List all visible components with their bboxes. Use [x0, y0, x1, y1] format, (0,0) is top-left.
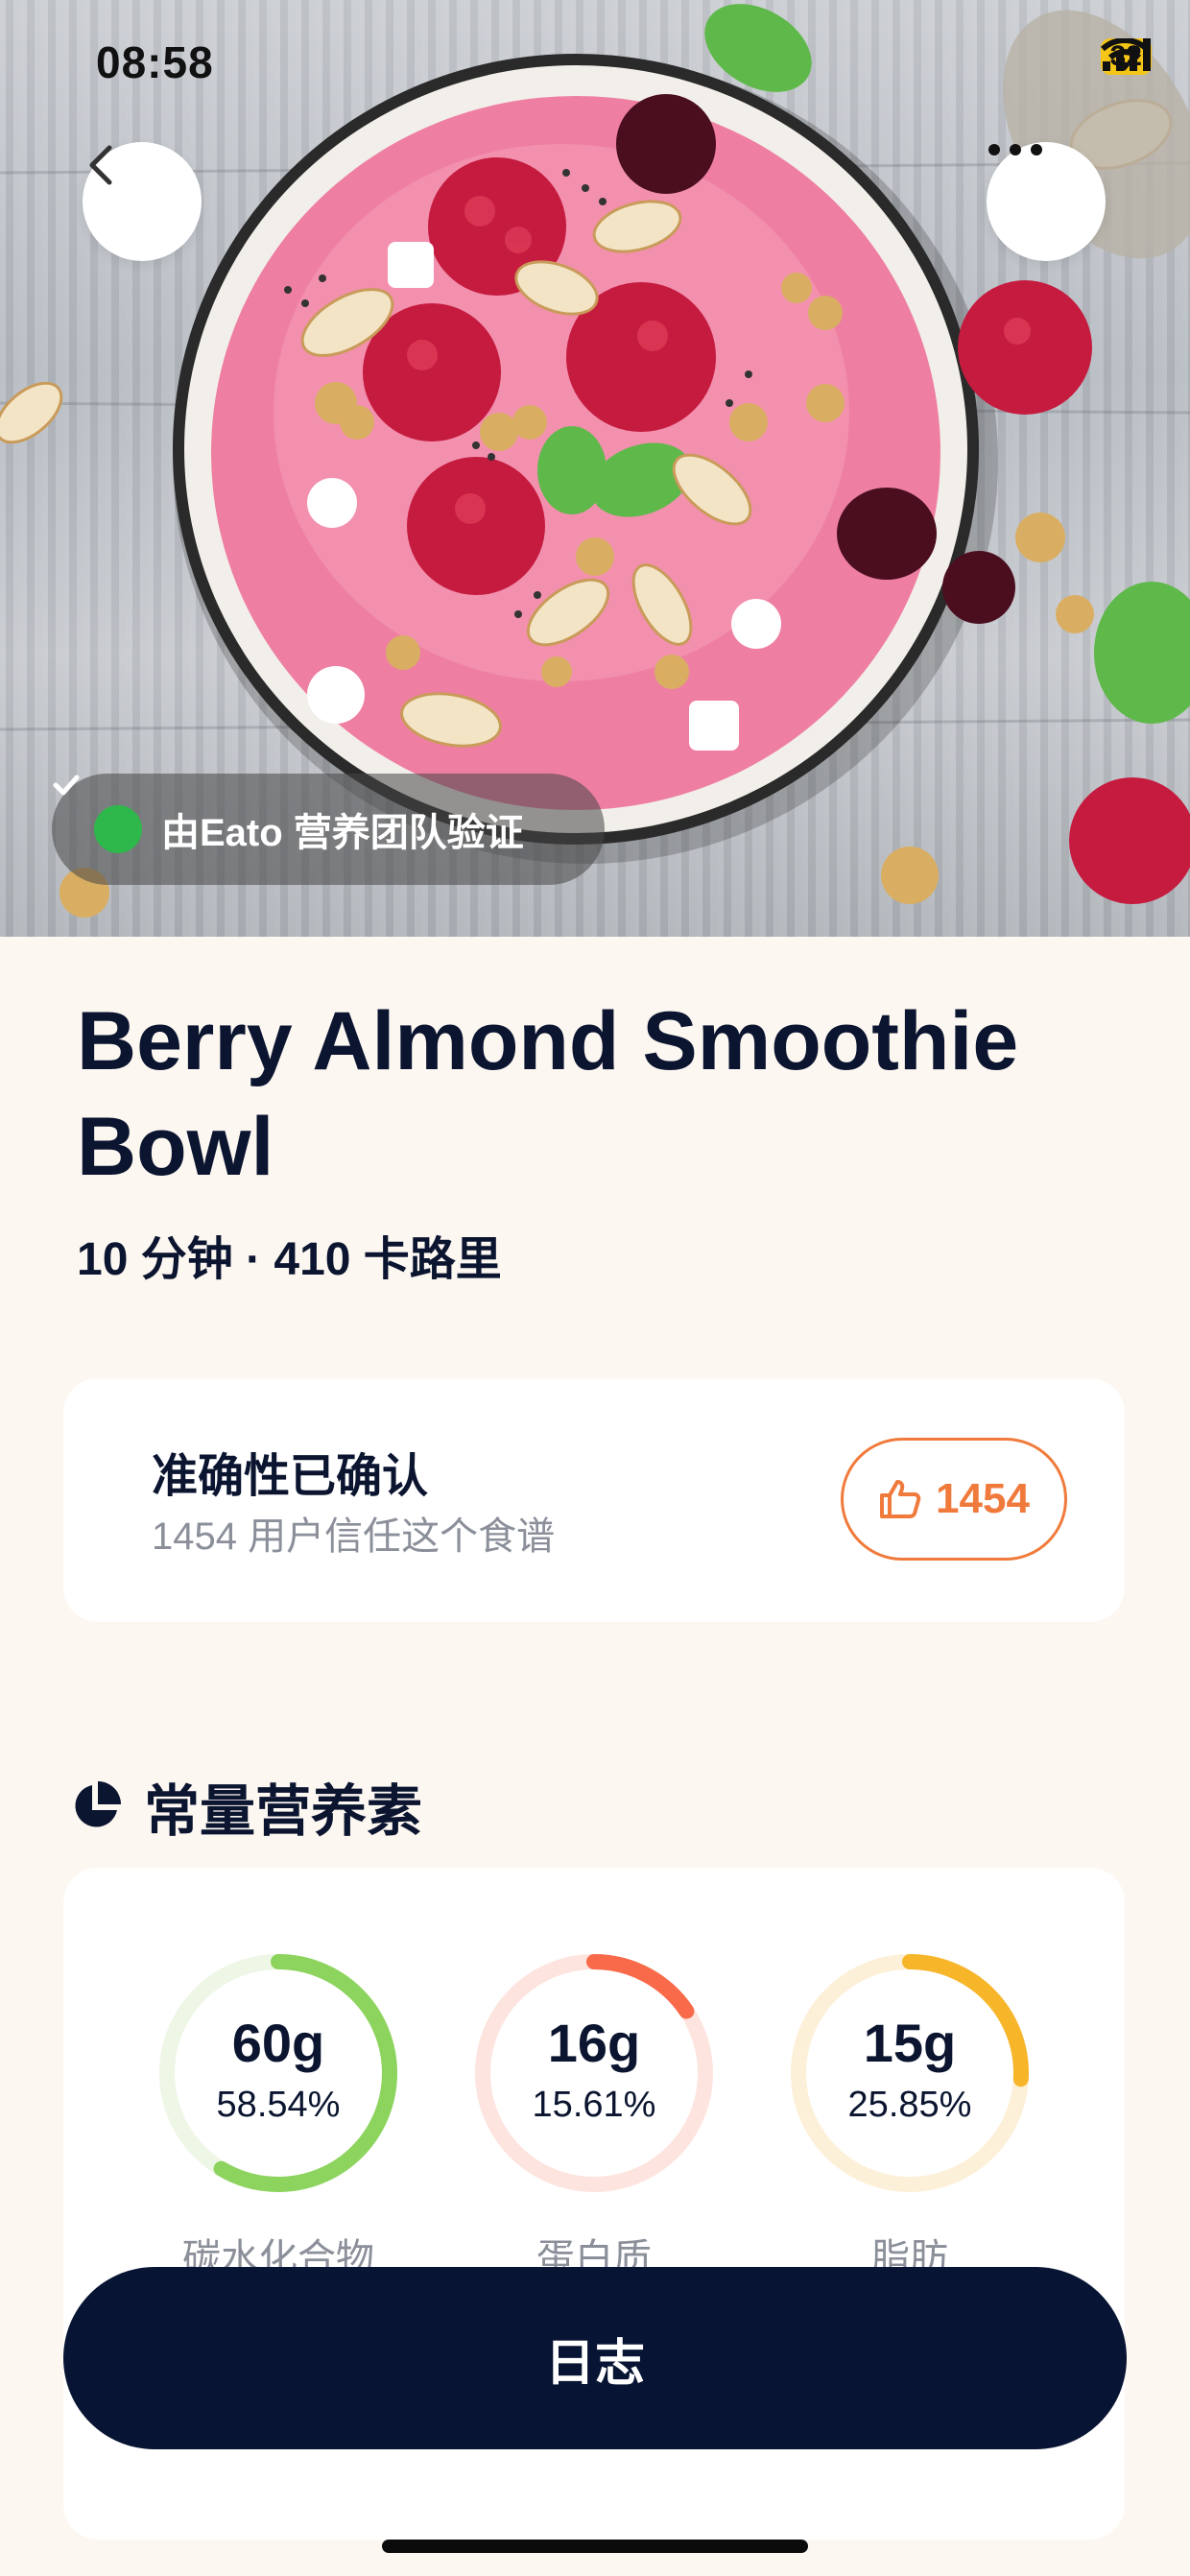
status-icons: 32 — [1100, 38, 1152, 75]
recipe-meta: 10 分钟 · 410 卡路里 — [77, 1234, 502, 1285]
macro-percent: 15.61% — [532, 2085, 656, 2125]
verified-badge: 由Eato 营养团队验证 — [52, 774, 605, 885]
check-circle-icon — [53, 775, 142, 853]
accuracy-card: 准确性已确认 1454 用户信任这个食谱 1454 — [63, 1378, 1125, 1622]
wifi-icon — [1100, 38, 1149, 71]
status-time: 08:58 — [96, 37, 214, 87]
back-button[interactable] — [83, 142, 202, 261]
macro-fat: 15g 25.85% 脂肪 — [785, 1948, 1035, 2279]
accuracy-title: 准确性已确认 — [152, 1451, 429, 1502]
macro-grams: 60g — [231, 2013, 325, 2073]
macros-header: 常量营养素 — [69, 1766, 422, 1847]
macro-percent: 58.54% — [216, 2085, 341, 2125]
accuracy-subtitle: 1454 用户信任这个食谱 — [152, 1515, 556, 1558]
macro-grams: 15g — [863, 2013, 957, 2073]
macros-title: 常量营养素 — [144, 1780, 423, 1843]
log-button[interactable]: 日志 — [63, 2267, 1127, 2449]
ellipsis-icon — [988, 144, 1042, 155]
macro-carbs: 60g 58.54% 碳水化合物 — [154, 1948, 403, 2279]
recipe-hero-image: 08:58 32 由Eato 营养团队验证 — [0, 0, 1190, 937]
chevron-left-icon — [89, 145, 112, 185]
like-button[interactable]: 1454 — [841, 1438, 1067, 1561]
macro-grams: 16g — [547, 2013, 641, 2073]
like-count: 1454 — [936, 1475, 1030, 1522]
thumbs-up-icon — [880, 1480, 921, 1518]
more-options-button[interactable] — [987, 142, 1106, 261]
verified-label: 由Eato 营养团队验证 — [161, 812, 524, 854]
macro-protein: 16g 15.61% 蛋白质 — [469, 1948, 719, 2279]
recipe-title: Berry Almond Smoothie Bowl — [77, 995, 1019, 1193]
macro-percent: 25.85% — [847, 2085, 972, 2125]
home-indicator — [382, 2540, 808, 2553]
pie-chart-icon — [75, 1781, 121, 1827]
